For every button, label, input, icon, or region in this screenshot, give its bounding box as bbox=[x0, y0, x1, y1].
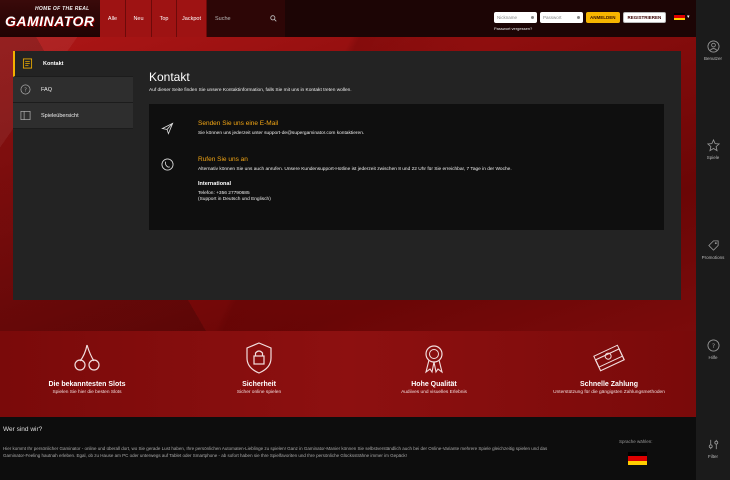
support-languages: (Support in Deutsch und Englisch) bbox=[198, 197, 271, 203]
page-title: Kontakt bbox=[149, 70, 190, 84]
main-nav: Alle Neu Top Jackpot bbox=[100, 0, 207, 37]
content-panel: Kontakt ? FAQ Spieleübersicht Kontakt Au… bbox=[13, 51, 681, 300]
money-stack-icon bbox=[593, 344, 625, 372]
send-icon bbox=[161, 122, 174, 135]
login-button[interactable]: ANMELDEN bbox=[586, 12, 620, 23]
svg-text:?: ? bbox=[24, 88, 27, 94]
nickname-placeholder: Nickname bbox=[497, 15, 518, 20]
phone-text: Alternativ können Sie uns auch anrufen. … bbox=[198, 167, 512, 172]
field-dot-icon bbox=[531, 16, 534, 19]
feature-title: Schnelle Zahlung bbox=[580, 381, 638, 388]
nav-top[interactable]: Top bbox=[152, 0, 177, 37]
search-placeholder: Suche bbox=[215, 15, 231, 22]
search-icon[interactable] bbox=[270, 15, 277, 22]
feature-title: Sicherheit bbox=[242, 381, 276, 388]
feature-subtitle: Spielen Sie hier die besten Slots bbox=[52, 390, 122, 395]
search-input[interactable]: Suche bbox=[207, 0, 285, 37]
contact-card-icon bbox=[22, 58, 33, 69]
cherries-icon bbox=[74, 344, 100, 371]
feature-quality: Hohe Qualität Audiives und visuelles Erl… bbox=[347, 341, 521, 395]
forgot-password-link[interactable]: Passwort vergessen? bbox=[494, 26, 666, 31]
rightbar-filter[interactable]: Filter bbox=[696, 438, 730, 459]
logo-brand: GAMINATOR bbox=[5, 13, 95, 29]
language-label: Sprache wählen: bbox=[619, 439, 653, 444]
phone-title: Rufen Sie uns an bbox=[198, 156, 248, 163]
contact-main: Kontakt Auf dieser Seite finden Sie unse… bbox=[149, 70, 669, 93]
email-title: Senden Sie uns eine E-Mail bbox=[198, 120, 279, 127]
sidebar-item-label: Kontakt bbox=[43, 60, 64, 67]
rightbar-help[interactable]: ? Hilfe bbox=[696, 339, 730, 360]
password-field[interactable]: Passwort bbox=[540, 12, 583, 23]
footer-text: Hier kommt Ihr persönlicher Gaminator - … bbox=[3, 446, 548, 458]
sidebar-item-faq[interactable]: ? FAQ bbox=[13, 77, 133, 103]
feature-title: Hohe Qualität bbox=[411, 381, 457, 388]
help-sidebar: Kontakt ? FAQ Spieleübersicht bbox=[13, 51, 133, 129]
nickname-field[interactable]: Nickname bbox=[494, 12, 537, 23]
right-sidebar: Benutzer Spiele Promotions ? Hilfe Filte… bbox=[696, 0, 730, 480]
lock-shield-icon bbox=[246, 342, 272, 374]
nav-new[interactable]: Neu bbox=[126, 0, 152, 37]
star-icon bbox=[706, 139, 720, 152]
svg-text:?: ? bbox=[711, 342, 714, 350]
rightbar-user[interactable]: Benutzer bbox=[696, 40, 730, 61]
german-flag-icon bbox=[674, 13, 685, 20]
register-button[interactable]: REGISTRIEREN bbox=[622, 12, 667, 23]
gaminator-logo[interactable]: HOME OF THE REAL GAMINATOR bbox=[0, 0, 100, 37]
feature-subtitle: Unterstützung für die gängigsten Zahlung… bbox=[553, 390, 665, 395]
contact-info-box: Senden Sie uns eine E-Mail Sie können un… bbox=[149, 104, 664, 230]
international-title: International bbox=[198, 180, 232, 187]
sidebar-item-game-overview[interactable]: Spieleübersicht bbox=[13, 103, 133, 129]
feature-slots: Die bekanntesten Slots Spielen Sie hier … bbox=[0, 341, 174, 395]
feature-subtitle: Sicher online spielen bbox=[236, 390, 282, 395]
language-selector[interactable]: ▾ bbox=[674, 13, 690, 20]
game-overview-icon bbox=[20, 111, 31, 120]
medal-icon bbox=[425, 345, 443, 374]
nav-jackpot[interactable]: Jackpot bbox=[177, 0, 207, 37]
phone-icon-wrap bbox=[161, 158, 174, 173]
feature-security: Sicherheit Sicher online spielen bbox=[172, 341, 346, 395]
rightbar-promotions-label: Promotions bbox=[701, 255, 725, 260]
sidebar-item-label: FAQ bbox=[41, 86, 53, 93]
email-text: Sie können uns jederzeit unter support-d… bbox=[198, 131, 365, 136]
password-placeholder: Passwort bbox=[543, 15, 562, 20]
feature-subtitle: Audiives und visuelles Erlebnis bbox=[401, 390, 467, 395]
nav-all[interactable]: Alle bbox=[100, 0, 126, 37]
rightbar-promotions[interactable]: Promotions bbox=[696, 239, 730, 260]
rightbar-user-label: Benutzer bbox=[703, 56, 722, 61]
page-intro: Auf dieser Seite finden Sie unsere Konta… bbox=[149, 88, 352, 93]
field-dot-icon bbox=[577, 16, 580, 19]
feature-title: Die bekanntesten Slots bbox=[48, 381, 126, 388]
sidebar-item-label: Spieleübersicht bbox=[41, 112, 79, 119]
features-band: Die bekanntesten Slots Spielen Sie hier … bbox=[0, 331, 696, 417]
tag-icon bbox=[707, 240, 719, 251]
phone-block: Rufen Sie uns an Alternativ können Sie u… bbox=[198, 156, 512, 204]
rightbar-games[interactable]: Spiele bbox=[696, 139, 730, 160]
sidebar-item-contact[interactable]: Kontakt bbox=[13, 51, 133, 77]
footer: Wer sind wir? Hier kommt Ihr persönliche… bbox=[0, 417, 696, 480]
question-icon: ? bbox=[20, 84, 31, 95]
login-form: Nickname Passwort ANMELDEN REGISTRIEREN … bbox=[494, 12, 667, 31]
logo-tagline: HOME OF THE REAL bbox=[35, 6, 90, 12]
rightbar-help-label: Hilfe bbox=[708, 355, 718, 360]
send-icon-wrap bbox=[161, 122, 174, 137]
phone-icon bbox=[161, 158, 174, 171]
rightbar-filter-label: Filter bbox=[708, 454, 718, 459]
rightbar-games-label: Spiele bbox=[706, 155, 720, 160]
help-icon: ? bbox=[707, 339, 719, 352]
caret-down-icon: ▾ bbox=[687, 13, 690, 20]
footer-title: Wer sind wir? bbox=[3, 426, 43, 433]
email-block: Senden Sie uns eine E-Mail Sie können un… bbox=[198, 120, 364, 138]
german-flag-icon[interactable] bbox=[628, 452, 647, 465]
filter-icon bbox=[708, 439, 718, 450]
feature-payment: Schnelle Zahlung Unterstützung für die g… bbox=[522, 341, 696, 395]
user-icon bbox=[707, 40, 719, 53]
